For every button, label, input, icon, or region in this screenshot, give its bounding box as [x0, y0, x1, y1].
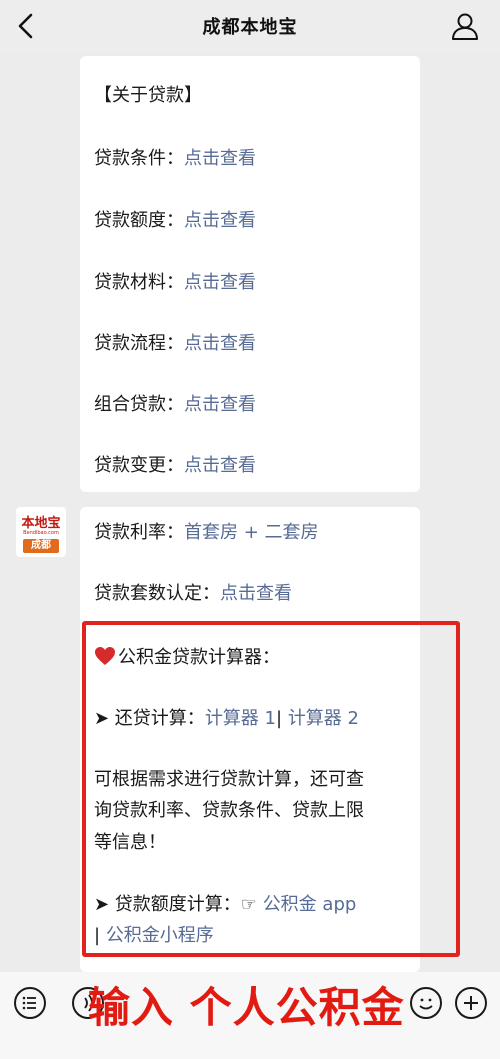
logo-subtext: Bendibao.com [23, 530, 59, 536]
item-label: 贷款材料： [94, 272, 184, 293]
item-label: 组合贷款： [94, 394, 184, 415]
message-bubble-1: 【关于贷款】 贷款条件：点击查看 贷款额度：点击查看 贷款材料：点击查看 贷款流… [80, 56, 420, 492]
view-link[interactable]: 点击查看 [184, 333, 256, 354]
page-title: 成都本地宝 [202, 17, 298, 38]
list-icon [22, 996, 36, 1010]
count-label: 贷款套数认定： [94, 583, 220, 604]
repay-row: ➤ 还贷计算：计算器 1| 计算器 2 [94, 706, 359, 732]
view-link[interactable]: 点击查看 [184, 455, 256, 476]
avatar[interactable]: 本地宝 Bendibao.com 成都 [16, 507, 66, 557]
logo-city: 成都 [23, 539, 59, 553]
separator: | [276, 708, 283, 729]
item-label: 贷款额度： [94, 210, 184, 231]
calculator-1-link[interactable]: 计算器 1 [205, 708, 276, 729]
message-bubble-2: 贷款利率：首套房 + 二套房 贷款套数认定：点击查看 公积金贷款计算器： ➤ 还… [80, 507, 420, 972]
item-label: 贷款条件： [94, 148, 184, 169]
plus-icon [464, 996, 478, 1010]
description-line: 询贷款利率、贷款条件、贷款上限 [94, 800, 364, 821]
list-item: 贷款额度：点击查看 [94, 208, 256, 234]
count-row: 贷款套数认定：点击查看 [94, 581, 292, 607]
item-label: 贷款变更： [94, 455, 184, 476]
calc-heading: 公积金贷款计算器： [118, 647, 280, 668]
repay-label: ➤ 还贷计算： [94, 708, 205, 729]
quota-row-2: | 公积金小程序 [94, 923, 214, 949]
rate-label: 贷款利率： [94, 522, 184, 543]
rate-link[interactable]: 首套房 + 二套房 [184, 522, 319, 543]
quota-label: ➤ 贷款额度计算：☞ [94, 894, 257, 915]
menu-button[interactable] [14, 987, 46, 1019]
separator: | [94, 925, 101, 946]
back-button[interactable] [12, 10, 42, 42]
count-link[interactable]: 点击查看 [220, 583, 292, 604]
bubble-heading: 【关于贷款】 [94, 85, 202, 106]
rate-row: 贷款利率：首套房 + 二套房 [94, 520, 319, 546]
calc-heading-row: 公积金贷款计算器： [94, 645, 280, 671]
gjj-miniprogram-link[interactable]: 公积金小程序 [106, 925, 214, 946]
list-item: 贷款流程：点击查看 [94, 331, 256, 357]
view-link[interactable]: 点击查看 [184, 210, 256, 231]
view-link[interactable]: 点击查看 [184, 148, 256, 169]
calculator-2-link[interactable]: 计算器 2 [288, 708, 359, 729]
view-link[interactable]: 点击查看 [184, 272, 256, 293]
nav-bar: 成都本地宝 [0, 0, 500, 52]
add-button[interactable] [455, 987, 487, 1019]
user-icon [452, 13, 478, 40]
item-label: 贷款流程： [94, 333, 184, 354]
view-link[interactable]: 点击查看 [184, 394, 256, 415]
chevron-left-icon [18, 13, 33, 39]
list-item: 贷款材料：点击查看 [94, 270, 256, 296]
quota-row: ➤ 贷款额度计算：☞ 公积金 app [94, 892, 356, 918]
heart-icon [95, 647, 115, 665]
description-line: 等信息！ [94, 832, 166, 853]
description-line: 可根据需求进行贷款计算，还可查 [94, 769, 364, 790]
emoji-button[interactable] [410, 987, 442, 1019]
gjj-app-link[interactable]: 公积金 app [263, 894, 357, 915]
emoji-icon [419, 998, 433, 1010]
list-item: 贷款变更：点击查看 [94, 453, 256, 479]
list-item: 贷款条件：点击查看 [94, 146, 256, 172]
list-item: 组合贷款：点击查看 [94, 392, 256, 418]
logo-text: 本地宝 [21, 516, 61, 531]
overlay-caption: 输入 个人公积金 [88, 983, 405, 1032]
profile-button[interactable] [450, 11, 480, 41]
